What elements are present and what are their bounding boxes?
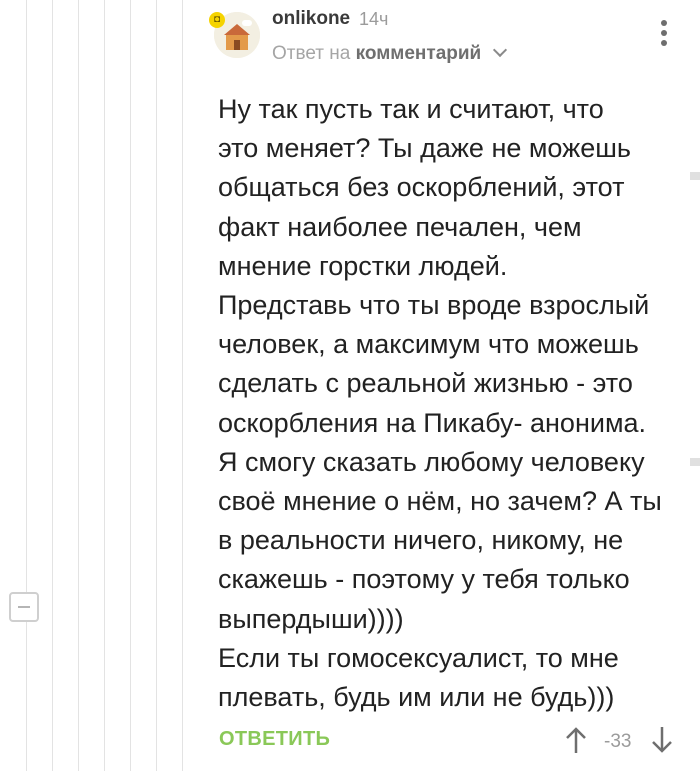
comment-text: Ну так пусть так и считают, что это меня… — [218, 94, 662, 713]
thread-line — [182, 0, 183, 771]
thread-line — [130, 0, 131, 771]
arrow-down-icon[interactable] — [650, 726, 674, 754]
thread-line — [78, 0, 79, 771]
collapse-thread-button[interactable] — [9, 592, 39, 622]
thread-line — [52, 0, 53, 771]
reply-button[interactable]: ОТВЕТИТЬ — [219, 728, 330, 751]
reply-to-link[interactable]: Ответ на комментарий — [272, 42, 507, 65]
rating-value: -33 — [604, 731, 632, 752]
arrow-up-icon[interactable] — [564, 726, 588, 754]
reply-target: комментарий — [355, 43, 482, 64]
thread-line — [104, 0, 105, 771]
scroll-marker — [690, 172, 700, 180]
scroll-marker — [690, 458, 700, 466]
more-vertical-icon[interactable] — [658, 20, 670, 50]
comment-time: 14ч — [359, 9, 389, 29]
pikabu-badge-icon: ◘ — [209, 12, 225, 28]
thread-line — [26, 0, 27, 771]
thread-line — [156, 0, 157, 771]
comment-author[interactable]: onlikone — [272, 8, 350, 30]
chevron-down-icon — [492, 42, 507, 58]
reply-prefix: Ответ на — [272, 43, 351, 64]
